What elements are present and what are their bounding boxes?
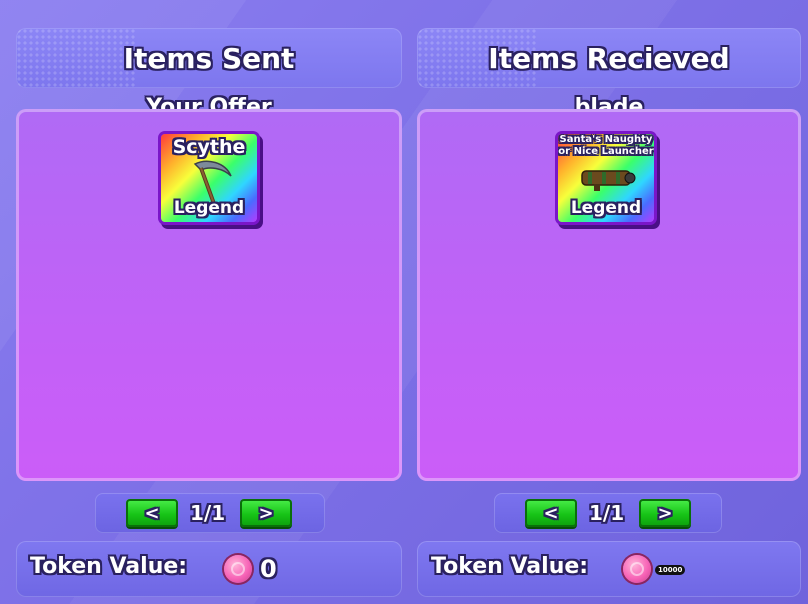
token-coin-icon xyxy=(623,555,651,583)
received-pager: < 1/1 > xyxy=(494,493,722,533)
received-item-name: Santa's Naughty or Nice Launcher xyxy=(558,134,654,157)
received-header: Items Recieved xyxy=(417,28,801,88)
received-token-value: 10000 xyxy=(655,565,686,575)
launcher-icon xyxy=(581,170,636,191)
received-prev-button[interactable]: < xyxy=(525,499,577,527)
header-dots xyxy=(16,28,136,88)
sent-item-card[interactable]: Scythe Legend xyxy=(161,134,257,222)
sent-header: Items Sent xyxy=(16,28,402,88)
received-header-title: Items Recieved xyxy=(488,41,730,75)
received-page-indicator: 1/1 xyxy=(589,501,625,525)
sent-item-rarity: Legend xyxy=(173,198,245,218)
sent-pager: < 1/1 > xyxy=(95,493,325,533)
sent-next-button[interactable]: > xyxy=(240,499,292,527)
sent-header-title: Items Sent xyxy=(123,41,295,75)
token-coin-icon xyxy=(224,555,252,583)
sent-token-value: 0 xyxy=(260,555,277,583)
sent-item-name: Scythe xyxy=(172,136,246,158)
received-item-card[interactable]: Santa's Naughty or Nice Launcher Legend xyxy=(558,134,654,222)
sent-token-bar: Token Value: 0 xyxy=(16,541,402,597)
sent-prev-button[interactable]: < xyxy=(126,499,178,527)
received-token-label: Token Value: xyxy=(431,554,589,579)
sent-page-indicator: 1/1 xyxy=(190,501,226,525)
received-item-rarity: Legend xyxy=(570,198,642,218)
sent-token-label: Token Value: xyxy=(30,554,188,579)
received-next-button[interactable]: > xyxy=(639,499,691,527)
received-token-bar: Token Value: 10000 xyxy=(417,541,801,597)
